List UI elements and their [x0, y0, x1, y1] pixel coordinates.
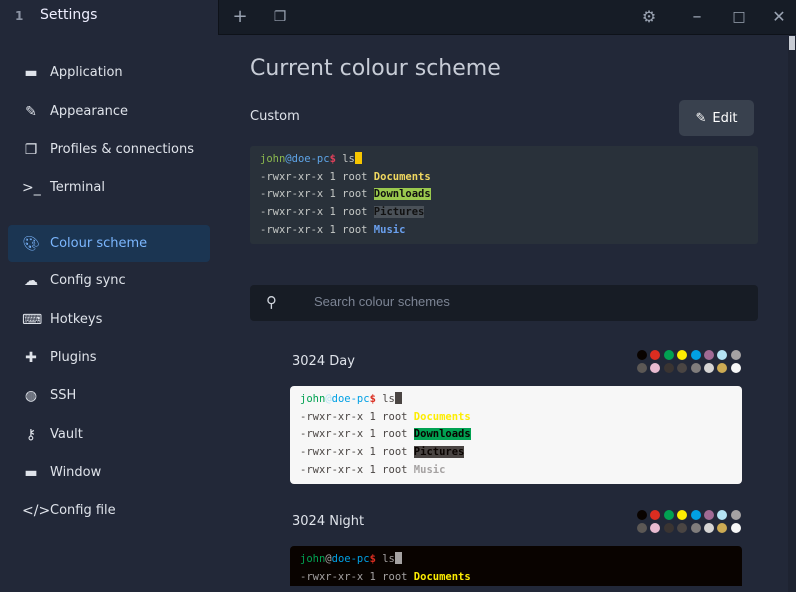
scheme-preview-3024-night[interactable]: john@doe-pc$ ls -rwxr-xr-x 1 root Docume…: [290, 546, 742, 587]
maximize-icon[interactable]: □: [727, 6, 751, 28]
tab-number: 1: [15, 9, 24, 23]
sidebar-item-profiles[interactable]: ❐ Profiles & connections: [8, 131, 210, 168]
color-swatch: [637, 363, 647, 373]
search-input[interactable]: [314, 294, 714, 309]
cloud-icon: ☁: [24, 272, 38, 289]
color-swatch: [717, 363, 728, 373]
code-icon: </>: [22, 502, 51, 519]
sidebar-item-plugins[interactable]: ✚ Plugins: [8, 339, 210, 376]
sidebar-item-label: Window: [50, 465, 102, 480]
color-swatch: [730, 510, 741, 520]
sidebar-item-label: Application: [50, 65, 123, 80]
profiles-icon: ❐: [24, 141, 38, 158]
color-swatch: [690, 523, 701, 533]
color-swatch: [663, 363, 674, 373]
toolbar: + ❐ ⚙ – □ ✕: [218, 0, 796, 35]
sidebar-item-label: Hotkeys: [50, 312, 103, 327]
sidebar-item-label: Plugins: [50, 350, 97, 365]
pencil-icon: ✎: [695, 110, 707, 126]
puzzle-icon: ✚: [25, 349, 37, 366]
sidebar: ▬ Application ✎ Appearance ❐ Profiles & con…: [0, 36, 218, 592]
tabs-overview-icon[interactable]: ❐: [268, 6, 292, 28]
sidebar-item-config-sync[interactable]: ☁ Config sync: [8, 262, 210, 299]
color-swatch: [650, 510, 661, 520]
sidebar-item-label: Profiles & connections: [50, 142, 194, 157]
sidebar-item-label: Terminal: [50, 180, 105, 195]
title-bar: 1 Settings + ❐ ⚙ – □ ✕: [0, 0, 796, 36]
color-swatch: [650, 350, 661, 360]
color-swatch: [663, 523, 674, 533]
sidebar-item-label: Config sync: [50, 273, 126, 288]
scheme-preview-3024-day[interactable]: john@doe-pc$ ls -rwxr-xr-x 1 root Docume…: [290, 386, 742, 484]
color-swatch: [703, 363, 714, 373]
color-swatch: [677, 523, 688, 533]
sidebar-item-vault[interactable]: ⚷ Vault: [8, 416, 210, 453]
sidebar-item-label: Appearance: [50, 104, 129, 119]
palette-swatches: [637, 510, 741, 533]
color-swatch: [677, 510, 688, 520]
sidebar-item-colour-scheme[interactable]: 🎨︎ Colour scheme: [8, 225, 210, 262]
color-swatch: [703, 350, 714, 360]
scheme-name[interactable]: 3024 Day: [292, 354, 355, 369]
scrollbar[interactable]: [788, 36, 796, 592]
sidebar-item-application[interactable]: ▬ Application: [8, 54, 210, 91]
color-swatch: [650, 523, 661, 533]
sidebar-item-ssh[interactable]: ◍ SSH: [8, 377, 210, 414]
color-swatch: [650, 363, 661, 373]
color-swatch: [730, 350, 741, 360]
sidebar-item-terminal[interactable]: >_ Terminal: [8, 169, 210, 206]
main-content: Current colour scheme Custom ✎ Edit john@…: [218, 36, 788, 592]
tab-settings[interactable]: Settings: [40, 7, 97, 23]
window-icon: ▬: [24, 464, 38, 481]
page-title: Current colour scheme: [250, 56, 501, 81]
color-swatch: [730, 523, 741, 533]
key-icon: ⚷: [25, 426, 37, 443]
color-swatch: [730, 363, 741, 373]
keyboard-icon: ⌨: [22, 311, 43, 328]
color-swatch: [717, 510, 728, 520]
color-swatch: [637, 523, 647, 533]
sidebar-item-label: Vault: [50, 427, 83, 442]
color-swatch: [690, 363, 701, 373]
close-icon[interactable]: ✕: [767, 6, 791, 28]
color-swatch: [637, 350, 647, 360]
globe-icon: ◍: [24, 387, 38, 404]
sidebar-item-label: SSH: [50, 388, 77, 403]
scrollbar-thumb[interactable]: [789, 36, 795, 50]
color-swatch: [677, 363, 688, 373]
minimize-icon[interactable]: –: [685, 6, 709, 28]
edit-button[interactable]: ✎ Edit: [679, 100, 754, 136]
palette-swatches: [637, 350, 741, 373]
current-scheme-preview: john@doe-pc$ ls -rwxr-xr-x 1 root Docume…: [250, 146, 758, 244]
color-swatch: [717, 350, 728, 360]
window-icon: ▬: [24, 64, 38, 81]
sidebar-item-appearance[interactable]: ✎ Appearance: [8, 93, 210, 130]
search-icon: ⚲: [266, 293, 277, 311]
sidebar-item-hotkeys[interactable]: ⌨ Hotkeys: [8, 301, 210, 338]
scheme-search: ⚲: [250, 285, 758, 321]
current-scheme-name: Custom: [250, 109, 300, 124]
color-swatch: [703, 523, 714, 533]
color-swatch: [703, 510, 714, 520]
sidebar-item-window[interactable]: ▬ Window: [8, 454, 210, 491]
color-swatch: [717, 523, 728, 533]
color-swatch: [663, 510, 674, 520]
new-tab-icon[interactable]: +: [228, 6, 252, 28]
palette-icon: 🎨︎: [22, 235, 40, 252]
scheme-name[interactable]: 3024 Night: [292, 514, 364, 529]
color-swatch: [677, 350, 688, 360]
terminal-icon: >_: [22, 179, 41, 196]
sidebar-item-label: Colour scheme: [50, 236, 148, 251]
color-swatch: [690, 510, 701, 520]
paint-icon: ✎: [25, 103, 37, 120]
sidebar-item-label: Config file: [50, 503, 116, 518]
color-swatch: [690, 350, 701, 360]
color-swatch: [637, 510, 647, 520]
gear-icon[interactable]: ⚙: [637, 6, 661, 28]
sidebar-item-config-file[interactable]: </> Config file: [8, 492, 210, 529]
color-swatch: [663, 350, 674, 360]
